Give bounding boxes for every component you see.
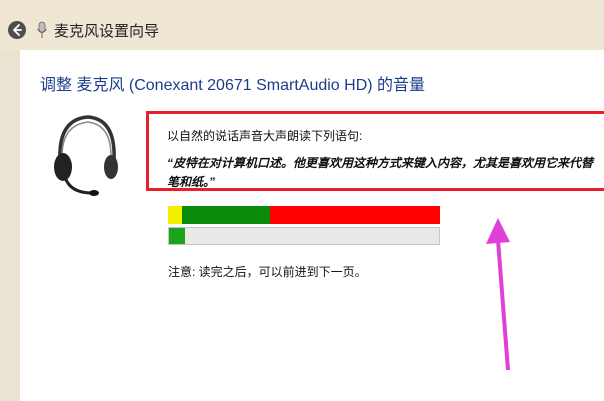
microphone-icon: [37, 21, 47, 38]
wizard-content: 调整 麦克风 (Conexant 20671 SmartAudio HD) 的音…: [20, 50, 604, 401]
volume-scale-low: [168, 206, 182, 224]
window-titlebar: 麦克风设置向导: [0, 0, 604, 50]
back-arrow-icon: [13, 24, 22, 36]
headset-icon: [54, 115, 118, 196]
volume-scale-high: [270, 206, 440, 224]
footer-note: 注意: 读完之后，可以前进到下一页。: [168, 265, 367, 279]
volume-scale-meter: [168, 206, 440, 224]
input-level-meter: [168, 227, 440, 245]
reading-prompt-box: 以自然的说话声音大声朗读下列语句: “皮特在对计算机口述。他更喜欢用这种方式来键…: [146, 111, 604, 191]
back-button[interactable]: [8, 21, 26, 39]
input-level-fill: [169, 228, 186, 244]
volume-scale-mid: [182, 206, 270, 224]
reading-sentence: “皮特在对计算机口述。他更喜欢用这种方式来键入内容，尤其是喜欢用它来代替笔和纸。…: [167, 156, 594, 189]
window-title: 麦克风设置向导: [54, 23, 160, 40]
reading-instruction: 以自然的说话声音大声朗读下列语句:: [167, 129, 363, 143]
page-title: 调整 麦克风 (Conexant 20671 SmartAudio HD) 的音…: [40, 77, 426, 94]
